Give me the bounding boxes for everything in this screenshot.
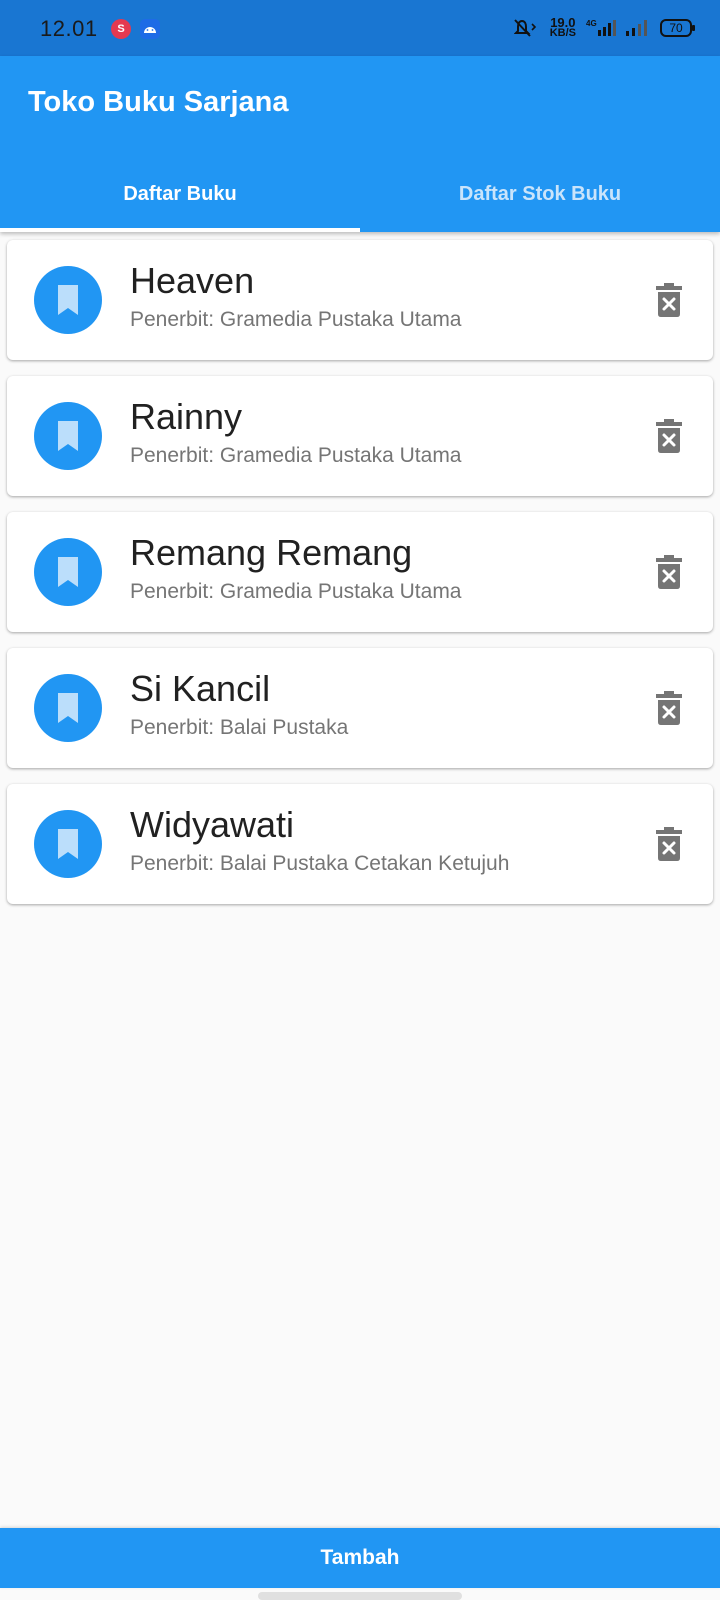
speed-unit: KB/S xyxy=(549,27,576,39)
tab-daftar-buku[interactable]: Daftar Buku xyxy=(0,156,360,232)
book-title: Widyawati xyxy=(130,804,295,845)
home-indicator[interactable] xyxy=(258,1592,462,1600)
book-card[interactable]: Remang Remang Penerbit: Gramedia Pustaka… xyxy=(7,512,713,632)
tab-indicator xyxy=(0,228,360,232)
bookmark-icon xyxy=(58,285,78,315)
book-publisher: Penerbit: Gramedia Pustaka Utama xyxy=(130,444,462,467)
mute-icon xyxy=(513,17,540,39)
tab-daftar-stok-buku[interactable]: Daftar Stok Buku xyxy=(360,156,720,232)
book-avatar xyxy=(34,402,102,470)
android-notification-icon xyxy=(140,19,160,39)
bookmark-icon xyxy=(58,693,78,723)
status-icons: 19.0 KB/S 4G 70 xyxy=(513,16,695,40)
book-avatar xyxy=(34,266,102,334)
book-card[interactable]: Rainny Penerbit: Gramedia Pustaka Utama xyxy=(7,376,713,496)
book-publisher: Penerbit: Balai Pustaka Cetakan Ketujuh xyxy=(130,852,510,875)
delete-forever-icon xyxy=(656,827,682,861)
tambah-button[interactable]: Tambah xyxy=(0,1528,720,1588)
delete-forever-icon xyxy=(656,419,682,453)
status-bar: 12.01 S 19.0 KB/S 4G 70 xyxy=(0,0,720,56)
book-avatar xyxy=(34,538,102,606)
bookmark-icon xyxy=(58,421,78,451)
book-publisher: Penerbit: Gramedia Pustaka Utama xyxy=(130,580,462,603)
app-notification-icon: S xyxy=(111,19,131,39)
book-card[interactable]: Si Kancil Penerbit: Balai Pustaka xyxy=(7,648,713,768)
svg-text:4G: 4G xyxy=(586,19,597,28)
book-publisher: Penerbit: Balai Pustaka xyxy=(130,716,349,739)
book-avatar xyxy=(34,674,102,742)
book-title: Si Kancil xyxy=(130,668,271,709)
book-avatar xyxy=(34,810,102,878)
signal-4g-icon: 4G xyxy=(586,17,616,39)
delete-forever-icon xyxy=(656,283,682,317)
status-time: 12.01 xyxy=(40,16,98,41)
delete-button[interactable] xyxy=(655,418,683,454)
book-card[interactable]: Widyawati Penerbit: Balai Pustaka Cetaka… xyxy=(7,784,713,904)
battery-icon: 70 xyxy=(660,19,695,37)
app-title: Toko Buku Sarjana xyxy=(28,86,289,118)
book-title: Remang Remang xyxy=(130,532,413,573)
book-publisher: Penerbit: Gramedia Pustaka Utama xyxy=(130,308,462,331)
app-bar: Toko Buku Sarjana Daftar Buku Daftar Sto… xyxy=(0,56,720,232)
bookmark-icon xyxy=(58,829,78,859)
network-speed: 19.0 KB/S xyxy=(549,16,576,39)
book-title: Heaven xyxy=(130,260,255,301)
delete-button[interactable] xyxy=(655,826,683,862)
book-card[interactable]: Heaven Penerbit: Gramedia Pustaka Utama xyxy=(7,240,713,360)
delete-button[interactable] xyxy=(655,554,683,590)
delete-forever-icon xyxy=(656,691,682,725)
delete-button[interactable] xyxy=(655,690,683,726)
signal-icon xyxy=(626,17,650,39)
book-title: Rainny xyxy=(130,396,243,437)
delete-forever-icon xyxy=(656,555,682,589)
bookmark-icon xyxy=(58,557,78,587)
delete-button[interactable] xyxy=(655,282,683,318)
